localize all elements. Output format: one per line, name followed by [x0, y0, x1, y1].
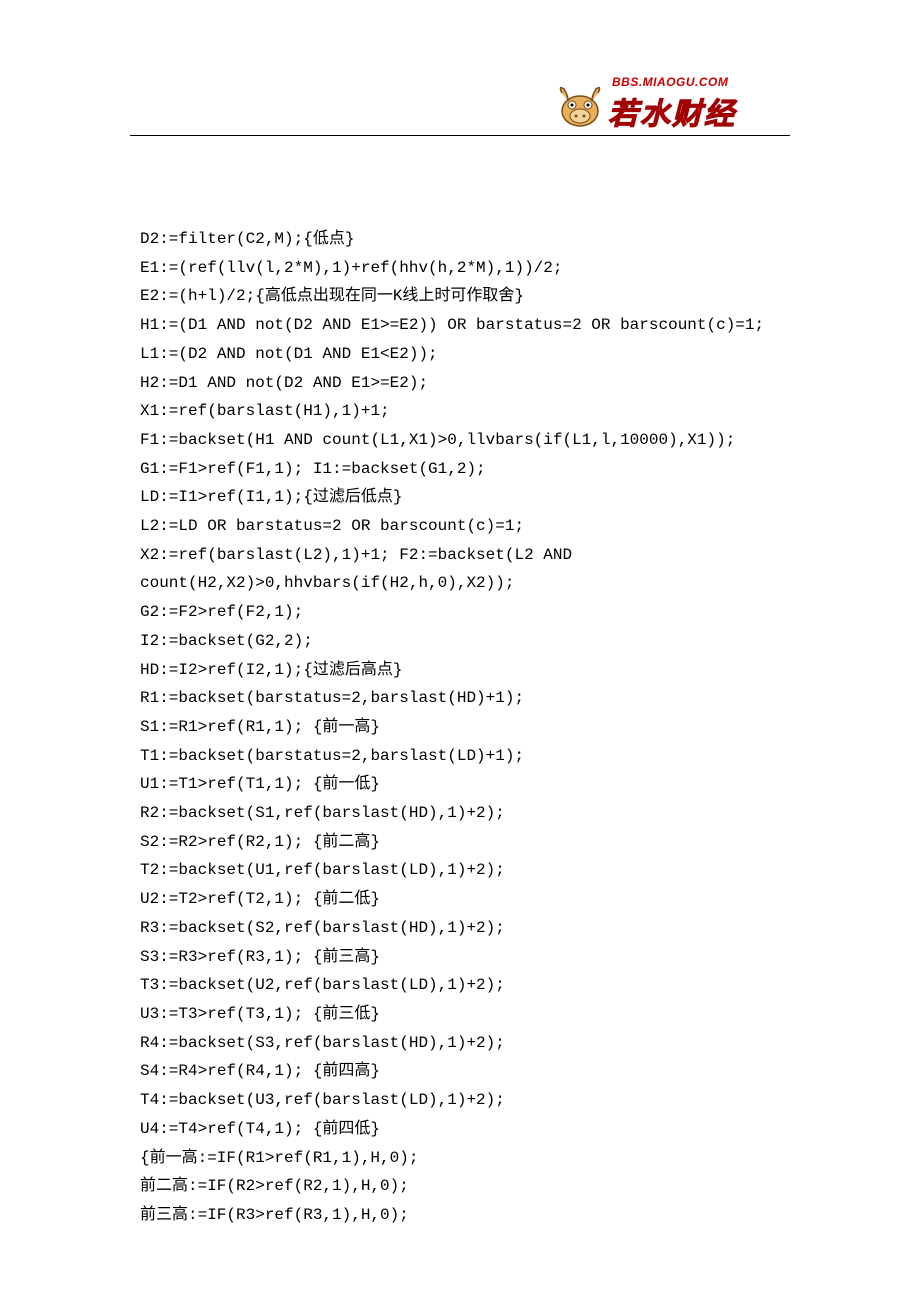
- brand-url: BBS.MIAOGU.COM: [612, 75, 728, 89]
- code-line: count(H2,X2)>0,hhvbars(if(H2,h,0),X2));: [140, 569, 780, 598]
- code-line: S2:=R2>ref(R2,1); {前二高}: [140, 828, 780, 857]
- document-page: BBS.MIAOGU.COM 若水财经 D2:=filter(C2,M);{低点…: [0, 0, 920, 1310]
- code-line: S1:=R1>ref(R1,1); {前一高}: [140, 713, 780, 742]
- header-divider: [130, 135, 790, 136]
- code-line: G2:=F2>ref(F2,1);: [140, 598, 780, 627]
- code-line: T3:=backset(U2,ref(barslast(LD),1)+2);: [140, 971, 780, 1000]
- code-line: T1:=backset(barstatus=2,barslast(LD)+1);: [140, 742, 780, 771]
- code-line: E2:=(h+l)/2;{高低点出现在同一K线上时可作取舍}: [140, 282, 780, 311]
- code-line: S4:=R4>ref(R4,1); {前四高}: [140, 1057, 780, 1086]
- code-line: S3:=R3>ref(R3,1); {前三高}: [140, 943, 780, 972]
- header-logo-area: BBS.MIAOGU.COM 若水财经: [550, 75, 790, 130]
- code-line: U2:=T2>ref(T2,1); {前二低}: [140, 885, 780, 914]
- brand-name: 若水财经: [608, 89, 736, 133]
- code-line: E1:=(ref(llv(l,2*M),1)+ref(hhv(h,2*M),1)…: [140, 254, 780, 283]
- code-line: U4:=T4>ref(T4,1); {前四低}: [140, 1115, 780, 1144]
- code-line: R1:=backset(barstatus=2,barslast(HD)+1);: [140, 684, 780, 713]
- code-line: T4:=backset(U3,ref(barslast(LD),1)+2);: [140, 1086, 780, 1115]
- code-line: LD:=I1>ref(I1,1);{过滤后低点}: [140, 483, 780, 512]
- code-line: L2:=LD OR barstatus=2 OR barscount(c)=1;: [140, 512, 780, 541]
- code-line: L1:=(D2 AND not(D1 AND E1<E2));: [140, 340, 780, 369]
- code-line: R2:=backset(S1,ref(barslast(HD),1)+2);: [140, 799, 780, 828]
- code-line: {前一高:=IF(R1>ref(R1,1),H,0);: [140, 1144, 780, 1173]
- bull-icon: [550, 83, 605, 128]
- code-line: U3:=T3>ref(T3,1); {前三低}: [140, 1000, 780, 1029]
- code-line: I2:=backset(G2,2);: [140, 627, 780, 656]
- code-line: 前二高:=IF(R2>ref(R2,1),H,0);: [140, 1172, 780, 1201]
- code-line: X1:=ref(barslast(H1),1)+1;: [140, 397, 780, 426]
- code-line: H2:=D1 AND not(D2 AND E1>=E2);: [140, 369, 780, 398]
- code-line: G1:=F1>ref(F1,1); I1:=backset(G1,2);: [140, 455, 780, 484]
- code-line: H1:=(D1 AND not(D2 AND E1>=E2)) OR barst…: [140, 311, 780, 340]
- brand-logo: BBS.MIAOGU.COM 若水财经: [550, 75, 790, 130]
- code-line: 前三高:=IF(R3>ref(R3,1),H,0);: [140, 1201, 780, 1230]
- code-line: X2:=ref(barslast(L2),1)+1; F2:=backset(L…: [140, 541, 780, 570]
- code-line: R4:=backset(S3,ref(barslast(HD),1)+2);: [140, 1029, 780, 1058]
- code-line: D2:=filter(C2,M);{低点}: [140, 225, 780, 254]
- code-line: HD:=I2>ref(I2,1);{过滤后高点}: [140, 656, 780, 685]
- code-content: D2:=filter(C2,M);{低点}E1:=(ref(llv(l,2*M)…: [0, 75, 920, 1310]
- code-line: F1:=backset(H1 AND count(L1,X1)>0,llvbar…: [140, 426, 780, 455]
- code-line: R3:=backset(S2,ref(barslast(HD),1)+2);: [140, 914, 780, 943]
- code-line: T2:=backset(U1,ref(barslast(LD),1)+2);: [140, 856, 780, 885]
- code-line: U1:=T1>ref(T1,1); {前一低}: [140, 770, 780, 799]
